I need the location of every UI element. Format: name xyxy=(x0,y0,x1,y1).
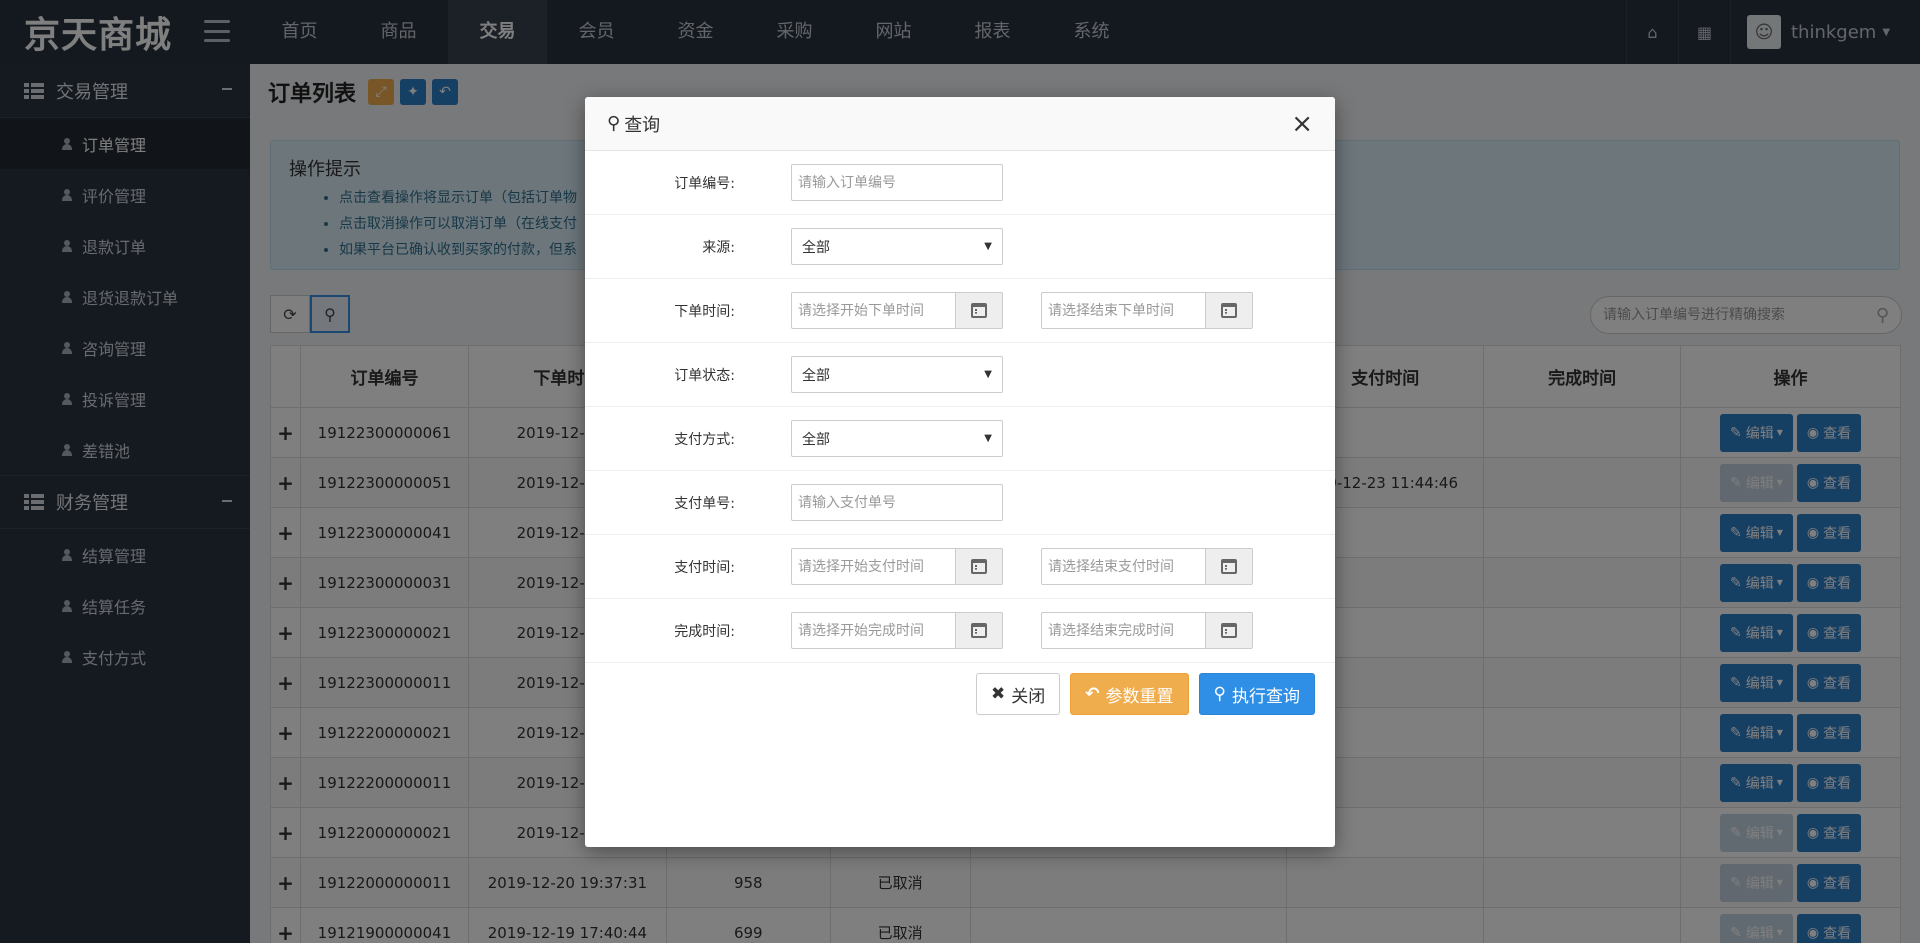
caret-down-icon: ▼ xyxy=(984,433,992,444)
pay-time-end xyxy=(1041,548,1253,585)
close-button-label: 关闭 xyxy=(1011,686,1046,707)
order-status-select[interactable]: 全部 ▼ xyxy=(791,356,1003,393)
pay-time-label: 支付时间: xyxy=(674,559,735,576)
finish-time-start xyxy=(791,612,1003,649)
close-icon: ✖ xyxy=(991,684,1006,704)
order-time-start-input[interactable] xyxy=(791,292,955,329)
reset-button[interactable]: ↶ 参数重置 xyxy=(1070,673,1189,715)
pay-time-start-input[interactable] xyxy=(791,548,955,585)
order-no-label: 订单编号: xyxy=(674,175,735,192)
calendar-icon[interactable] xyxy=(1205,548,1253,585)
calendar-icon[interactable] xyxy=(1205,292,1253,329)
order-no-input[interactable] xyxy=(791,164,1003,201)
order-status-value: 全部 xyxy=(802,367,830,384)
row-pay-no: 支付单号: xyxy=(585,471,1335,535)
pay-time-start xyxy=(791,548,1003,585)
source-label: 来源: xyxy=(702,239,735,256)
reply-icon: ↶ xyxy=(1085,684,1100,704)
search-modal: ⚲ 查询 × 订单编号: 来源: 全部 ▼ 下单时间: 订单状态: 全部 ▼ 支付方… xyxy=(585,97,1335,847)
execute-query-button[interactable]: ⚲ 执行查询 xyxy=(1198,673,1315,715)
row-source: 来源: 全部 ▼ xyxy=(585,215,1335,279)
calendar-icon[interactable] xyxy=(1205,612,1253,649)
finish-time-end xyxy=(1041,612,1253,649)
source-select[interactable]: 全部 ▼ xyxy=(791,228,1003,265)
query-button-label: 执行查询 xyxy=(1232,686,1300,707)
pay-method-value: 全部 xyxy=(802,431,830,448)
row-order-no: 订单编号: xyxy=(585,151,1335,215)
caret-down-icon: ▼ xyxy=(984,241,992,252)
close-button[interactable]: ✖ 关闭 xyxy=(976,673,1061,715)
pay-method-select[interactable]: 全部 ▼ xyxy=(791,420,1003,457)
search-icon: ⚲ xyxy=(1213,684,1226,704)
order-time-start xyxy=(791,292,1003,329)
reset-button-label: 参数重置 xyxy=(1105,686,1174,707)
finish-time-label: 完成时间: xyxy=(674,623,735,640)
order-status-label: 订单状态: xyxy=(674,367,735,384)
modal-footer: ✖ 关闭 ↶ 参数重置 ⚲ 执行查询 xyxy=(585,673,1335,715)
finish-time-end-input[interactable] xyxy=(1041,612,1205,649)
pay-no-label: 支付单号: xyxy=(674,495,735,512)
order-time-label: 下单时间: xyxy=(674,303,735,320)
calendar-icon[interactable] xyxy=(955,548,1003,585)
order-time-end xyxy=(1041,292,1253,329)
search-icon: ⚲ xyxy=(607,113,621,134)
row-pay-method: 支付方式: 全部 ▼ xyxy=(585,407,1335,471)
order-time-end-input[interactable] xyxy=(1041,292,1205,329)
row-order-time: 下单时间: xyxy=(585,279,1335,343)
modal-header: ⚲ 查询 × xyxy=(585,97,1335,151)
row-pay-time: 支付时间: xyxy=(585,535,1335,599)
pay-no-input[interactable] xyxy=(791,484,1003,521)
close-icon[interactable]: × xyxy=(1291,109,1313,139)
modal-title: 查询 xyxy=(624,114,661,136)
caret-down-icon: ▼ xyxy=(984,369,992,380)
source-value: 全部 xyxy=(802,239,830,256)
calendar-icon[interactable] xyxy=(955,612,1003,649)
pay-time-end-input[interactable] xyxy=(1041,548,1205,585)
row-order-status: 订单状态: 全部 ▼ xyxy=(585,343,1335,407)
row-finish-time: 完成时间: xyxy=(585,599,1335,663)
finish-time-start-input[interactable] xyxy=(791,612,955,649)
calendar-icon[interactable] xyxy=(955,292,1003,329)
pay-method-label: 支付方式: xyxy=(674,431,735,448)
